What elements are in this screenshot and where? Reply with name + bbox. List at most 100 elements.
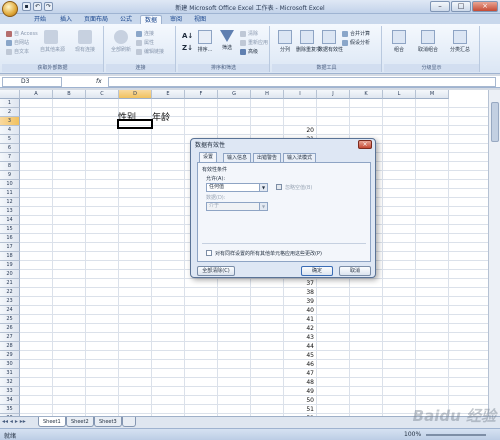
cell-i-value[interactable]: 42 [284,325,314,332]
remove-duplicates-button[interactable]: 删除重复项 [296,30,321,53]
cell-i-value[interactable]: 47 [284,370,314,377]
row-header[interactable]: 6 [0,144,20,153]
cell-i-value[interactable]: 48 [284,379,314,386]
office-button[interactable] [2,1,18,17]
cell-i-value[interactable]: 51 [284,406,314,413]
column-header[interactable]: D [119,90,152,99]
advanced-button[interactable]: 高级 [240,48,258,55]
column-header[interactable]: H [251,90,284,99]
row-header[interactable]: 9 [0,171,20,180]
row-header[interactable]: 26 [0,324,20,333]
cell-i-value[interactable]: 46 [284,361,314,368]
scroll-thumb[interactable] [491,102,499,142]
row-header[interactable]: 28 [0,342,20,351]
row-header[interactable]: 16 [0,234,20,243]
existing-connections-button[interactable]: 现有连接 [74,30,96,53]
row-header[interactable]: 1 [0,99,20,108]
select-all-corner[interactable] [0,90,20,99]
edit-links-button[interactable]: 编辑链接 [136,48,164,55]
sort-button[interactable]: 排序... [194,30,216,53]
data-validation-button[interactable]: 数据有效性 [318,30,343,53]
column-header[interactable]: I [284,90,317,99]
row-header[interactable]: 22 [0,288,20,297]
refresh-all-button[interactable]: 全部刷新 [110,30,132,53]
cell-i-value[interactable]: 43 [284,334,314,341]
minimize-button[interactable]: – [430,1,450,12]
cell-i-value[interactable]: 37 [284,280,314,287]
row-header[interactable]: 35 [0,405,20,414]
sheet-nav-arrows-icon[interactable]: ◂◂ ◂ ▸ ▸▸ [2,418,26,425]
cell-i-value[interactable]: 41 [284,316,314,323]
column-header[interactable]: A [20,90,53,99]
cell-i-value[interactable]: 50 [284,397,314,404]
column-header[interactable]: M [416,90,449,99]
filter-button[interactable]: 筛选 [216,30,238,51]
tab-ime-mode[interactable]: 输入法模式 [283,153,317,162]
clear-button[interactable]: 清除 [240,30,258,37]
row-header[interactable]: 29 [0,351,20,360]
properties-button[interactable]: 属性 [136,39,154,46]
cell-i-value[interactable]: 38 [284,289,314,296]
tab-error-alert[interactable]: 出错警告 [253,153,282,162]
row-header[interactable]: 3 [0,117,20,126]
clear-all-button[interactable]: 全部清除(C) [197,266,235,276]
ok-button[interactable]: 确定 [301,266,333,276]
row-header[interactable]: 12 [0,198,20,207]
zoom-slider[interactable] [426,434,486,436]
cell-i-value[interactable]: 44 [284,343,314,350]
row-header[interactable]: 27 [0,333,20,342]
row-header[interactable]: 17 [0,243,20,252]
column-header[interactable]: B [53,90,86,99]
active-cell-d3[interactable] [117,119,153,129]
column-header[interactable]: F [185,90,218,99]
dialog-close-button[interactable]: × [358,140,372,149]
from-web-button[interactable]: 自网站 [6,39,29,46]
save-icon[interactable]: ▪ [22,2,31,11]
row-header[interactable]: 4 [0,126,20,135]
cell-e2[interactable]: 年龄 [152,110,170,123]
redo-icon[interactable]: ↷ [44,2,53,11]
cell-i-value[interactable]: 40 [284,307,314,314]
zoom-level[interactable]: 100% [404,431,421,438]
tab-input-message[interactable]: 输入信息 [223,153,252,162]
insert-function-icon[interactable]: fx [96,77,106,87]
row-header[interactable]: 34 [0,396,20,405]
row-header[interactable]: 5 [0,135,20,144]
row-header[interactable]: 19 [0,261,20,270]
row-header[interactable]: 21 [0,279,20,288]
maximize-button[interactable]: □ [451,1,471,12]
connections-button[interactable]: 连接 [136,30,154,37]
row-header[interactable]: 31 [0,369,20,378]
column-header[interactable]: K [350,90,383,99]
column-header[interactable]: J [317,90,350,99]
row-header[interactable]: 2 [0,108,20,117]
cell-i-value[interactable]: 39 [284,298,314,305]
row-header[interactable]: 10 [0,180,20,189]
cancel-button[interactable]: 取消 [339,266,371,276]
row-header[interactable]: 11 [0,189,20,198]
row-header[interactable]: 8 [0,162,20,171]
row-header[interactable]: 32 [0,378,20,387]
sort-desc-icon[interactable]: Z↓ [182,44,193,52]
reapply-button[interactable]: 重新应用 [240,39,268,46]
cell-i-value[interactable]: 45 [284,352,314,359]
name-box[interactable]: D3 [2,77,62,87]
apply-all-checkbox[interactable] [206,250,212,256]
column-header[interactable]: G [218,90,251,99]
from-access-button[interactable]: 自 Access [6,30,38,37]
consolidate-button[interactable]: 合并计算 [342,30,370,37]
column-header[interactable]: E [152,90,185,99]
column-header[interactable]: L [383,90,416,99]
row-header[interactable]: 15 [0,225,20,234]
row-header[interactable]: 13 [0,207,20,216]
close-button[interactable]: × [472,1,498,12]
subtotal-button[interactable]: 分类汇总 [446,30,474,53]
row-header[interactable]: 30 [0,360,20,369]
formula-input[interactable] [108,77,496,87]
sheet-tab-3[interactable]: Sheet3 [94,417,122,427]
text-to-columns-button[interactable]: 分列 [274,30,296,53]
row-header[interactable]: 20 [0,270,20,279]
allow-select[interactable]: 任何值 ▼ [206,183,268,192]
cell-i-value[interactable]: 49 [284,388,314,395]
ungroup-button[interactable]: 取消组合 [414,30,442,53]
